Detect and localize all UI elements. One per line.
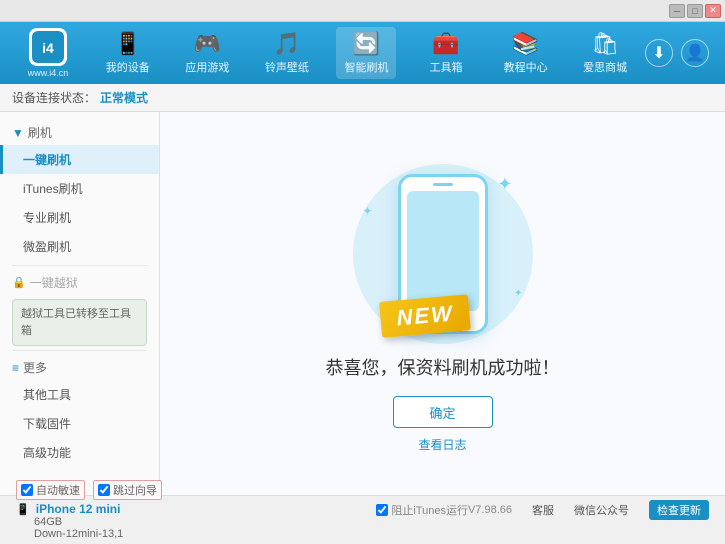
device-name: iPhone 12 mini: [36, 502, 121, 516]
auto-speed-label: 自动敏速: [36, 482, 80, 498]
success-illustration: NEW ✦ ✦ ✦: [343, 154, 543, 354]
section-flash-arrow: ▼: [12, 126, 24, 140]
nav-apps-games[interactable]: 🎮 应用游戏: [177, 27, 237, 79]
device-storage: 64GB: [16, 516, 62, 528]
retry-link[interactable]: 查看日志: [418, 436, 466, 453]
skip-wizard-checkbox[interactable]: 跳过向导: [93, 480, 162, 500]
sidebar-section-jailbreak[interactable]: 🔒 一键越狱: [0, 270, 159, 295]
new-badge: NEW: [379, 294, 471, 338]
nav-smart-flash[interactable]: 🔄 智能刷机: [336, 27, 396, 79]
wechat-link[interactable]: 微信公众号: [574, 502, 629, 518]
sidebar-item-pro-flash[interactable]: 专业刷机: [0, 203, 159, 232]
skip-wizard-input[interactable]: [98, 484, 110, 496]
sidebar-section-more[interactable]: ≡ 更多: [0, 355, 159, 380]
sparkle-1: ✦: [497, 174, 512, 195]
sidebar-item-one-click-flash[interactable]: 一键刷机: [0, 145, 159, 174]
device-icon: 📱: [16, 504, 30, 516]
ringtone-label: 铃声壁纸: [265, 59, 309, 75]
smart-flash-icon: 🔄: [353, 31, 380, 57]
customer-service-link[interactable]: 客服: [532, 502, 554, 518]
content-area: NEW ✦ ✦ ✦ 恭喜您，保资料刷机成功啦！ 确定 查看日志: [160, 112, 725, 495]
status-value: 正常模式: [100, 89, 148, 106]
bottom-checkboxes: 自动敏速 跳过向导: [16, 480, 162, 500]
my-device-icon: 📱: [114, 31, 141, 57]
status-bar: 设备连接状态： 正常模式: [0, 84, 725, 112]
nav-tutorials[interactable]: 📚 教程中心: [496, 27, 556, 79]
check-update-button[interactable]: 检查更新: [649, 500, 709, 520]
itunes-stop: 阻止iTunes运行: [376, 502, 468, 518]
phone-screen: [407, 191, 479, 311]
status-label: 设备连接状态：: [12, 89, 96, 106]
minimize-button[interactable]: ─: [669, 4, 685, 18]
sidebar-item-weiying-flash[interactable]: 微盈刷机: [0, 232, 159, 261]
download-button[interactable]: ⬇: [645, 39, 673, 67]
auto-speed-checkbox[interactable]: 自动敏速: [16, 480, 85, 500]
tutorials-icon: 📚: [512, 31, 539, 57]
jailbreak-notice: 越狱工具已转移至工具箱: [12, 299, 147, 346]
section-jailbreak-label: 一键越狱: [30, 274, 78, 291]
title-bar: ─ □ ✕: [0, 0, 725, 22]
sidebar: ▼ 刷机 一键刷机 iTunes刷机 专业刷机 微盈刷机 🔒 一键越狱 越狱工具…: [0, 112, 160, 495]
bottom-left: 自动敏速 跳过向导 📱 iPhone 12 mini 64GB Down-12m…: [8, 476, 170, 544]
toolbox-icon: 🧰: [432, 31, 459, 57]
apps-games-icon: 🎮: [194, 31, 221, 57]
logo-url: www.i4.cn: [28, 68, 69, 78]
sidebar-item-other-tools[interactable]: 其他工具: [0, 380, 159, 409]
main-layout: ▼ 刷机 一键刷机 iTunes刷机 专业刷机 微盈刷机 🔒 一键越狱 越狱工具…: [0, 112, 725, 495]
divider-1: [12, 265, 147, 266]
my-device-label: 我的设备: [106, 59, 150, 75]
itunes-stop-label: 阻止iTunes运行: [391, 502, 468, 518]
restore-button[interactable]: □: [687, 4, 703, 18]
nav-bar: i4 www.i4.cn 📱 我的设备 🎮 应用游戏 🎵 铃声壁纸 🔄 智能刷机…: [0, 22, 725, 84]
itunes-stop-checkbox[interactable]: [376, 504, 388, 516]
confirm-button[interactable]: 确定: [393, 396, 493, 428]
ringtone-icon: 🎵: [273, 31, 300, 57]
svg-text:i4: i4: [42, 40, 54, 56]
divider-2: [12, 350, 147, 351]
sidebar-item-download-firmware[interactable]: 下载固件: [0, 409, 159, 438]
section-more-label: 更多: [23, 359, 47, 376]
section-more-arrow: ≡: [12, 361, 19, 375]
version-number: V7.98.66: [468, 504, 512, 516]
toolbox-label: 工具箱: [430, 59, 463, 75]
think-store-icon: 🛍: [591, 31, 619, 57]
sidebar-item-itunes-flash[interactable]: iTunes刷机: [0, 174, 159, 203]
smart-flash-label: 智能刷机: [344, 59, 388, 75]
tutorials-label: 教程中心: [504, 59, 548, 75]
nav-toolbox[interactable]: 🧰 工具箱: [416, 27, 476, 79]
nav-my-device[interactable]: 📱 我的设备: [98, 27, 158, 79]
device-version: Down-12mini-13,1: [16, 528, 123, 540]
user-button[interactable]: 👤: [681, 39, 709, 67]
think-store-label: 爱思商城: [583, 59, 627, 75]
nav-think-store[interactable]: 🛍 爱思商城: [575, 27, 635, 79]
lock-icon: 🔒: [12, 276, 26, 289]
sidebar-item-advanced[interactable]: 高级功能: [0, 438, 159, 467]
success-message: 恭喜您，保资料刷机成功啦！: [326, 354, 560, 380]
app-logo: i4 www.i4.cn: [8, 28, 88, 78]
bottom-bar: 自动敏速 跳过向导 📱 iPhone 12 mini 64GB Down-12m…: [0, 495, 725, 523]
sparkle-2: ✦: [363, 204, 373, 218]
sidebar-section-flash[interactable]: ▼ 刷机: [0, 120, 159, 145]
device-info: 📱 iPhone 12 mini 64GB Down-12mini-13,1: [16, 502, 162, 540]
nav-ringtone[interactable]: 🎵 铃声壁纸: [257, 27, 317, 79]
close-button[interactable]: ✕: [705, 4, 721, 18]
sparkle-3: ✦: [514, 288, 522, 299]
phone-speaker: [433, 183, 453, 186]
auto-speed-input[interactable]: [21, 484, 33, 496]
nav-right-buttons: ⬇ 👤: [645, 39, 717, 67]
apps-games-label: 应用游戏: [185, 59, 229, 75]
bottom-right: V7.98.66 客服 微信公众号 检查更新: [468, 500, 717, 520]
logo-icon: i4: [29, 28, 67, 66]
skip-wizard-label: 跳过向导: [113, 482, 157, 498]
nav-items: 📱 我的设备 🎮 应用游戏 🎵 铃声壁纸 🔄 智能刷机 🧰 工具箱 📚 教程中心…: [88, 27, 645, 79]
section-flash-label: 刷机: [28, 124, 52, 141]
